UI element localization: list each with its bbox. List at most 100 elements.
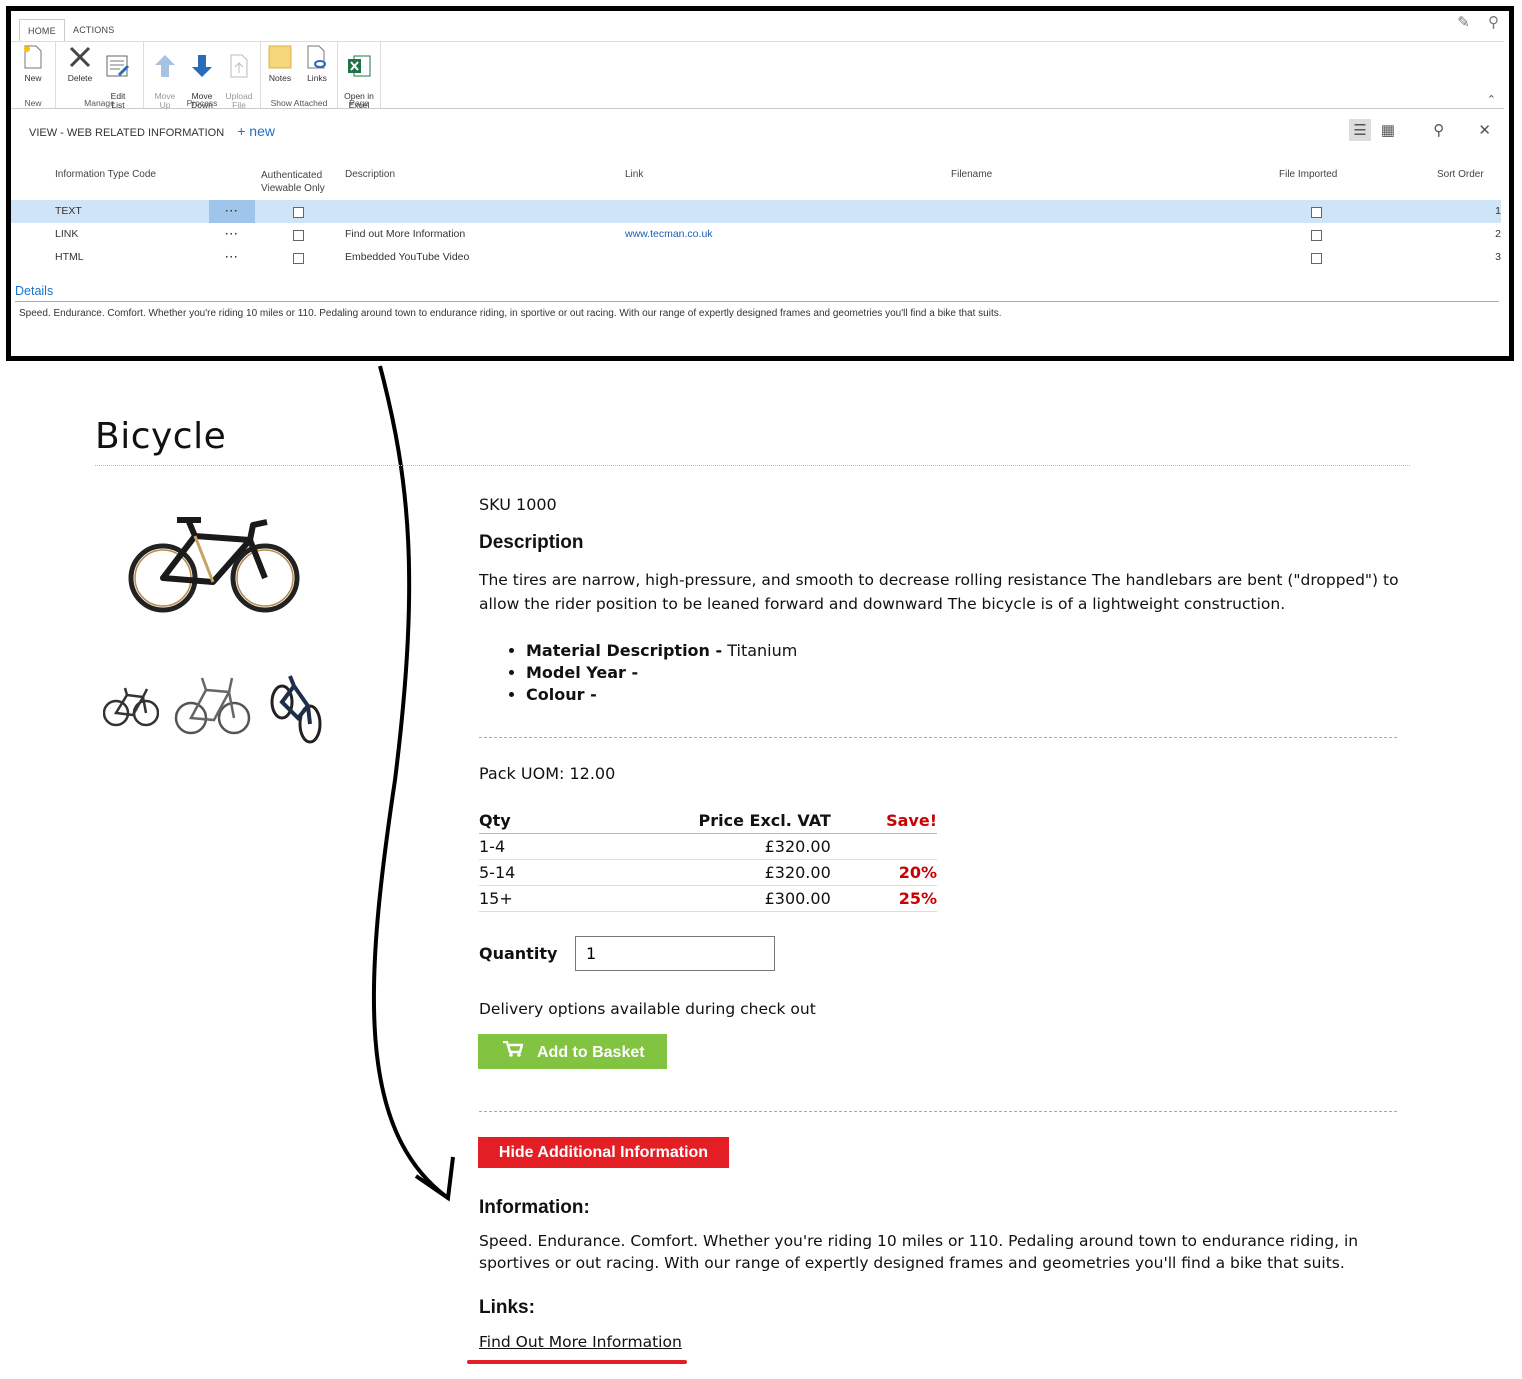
product-sku: SKU 1000 xyxy=(479,495,557,514)
row-code: LINK xyxy=(55,228,79,240)
product-thumbnail[interactable] xyxy=(174,668,252,744)
close-icon[interactable]: ✕ xyxy=(1478,121,1491,139)
ribbon-group-process: Move Up Move Down Upload File Process xyxy=(144,42,261,110)
product-thumbnail[interactable] xyxy=(103,675,159,735)
col-code-header[interactable]: Information Type Code xyxy=(55,169,156,180)
tab-actions[interactable]: ACTIONS xyxy=(65,19,122,41)
new-button[interactable]: New xyxy=(14,44,52,83)
ribbon-group-page: Open in Excel Page xyxy=(338,42,381,110)
product-main-image[interactable] xyxy=(125,510,305,620)
edit-page-icon[interactable]: ✎ xyxy=(1457,14,1470,31)
qty-cell: 1-4 xyxy=(479,833,555,860)
description-text: The tires are narrow, high-pressure, and… xyxy=(479,571,1399,613)
row-code: TEXT xyxy=(55,205,82,217)
quantity-input[interactable] xyxy=(575,936,775,971)
col-auth-header[interactable]: Authenticated Viewable Only xyxy=(261,169,325,195)
row-sort: 2 xyxy=(1495,228,1501,240)
auth-checkbox[interactable] xyxy=(293,253,304,264)
new-doc-icon xyxy=(20,44,46,72)
ribbon-group-new: New New xyxy=(11,42,56,108)
highlight-underline xyxy=(467,1360,687,1364)
col-imported-header[interactable]: File Imported xyxy=(1279,169,1337,180)
table-row[interactable]: HTML ··· Embedded YouTube Video 3 xyxy=(11,246,1501,269)
section-divider xyxy=(479,1111,1397,1112)
new-record-link[interactable]: + new xyxy=(237,123,275,139)
product-page: Bicycle SKU 1000 Description The tires a… xyxy=(0,360,1522,1379)
row-menu-icon[interactable]: ··· xyxy=(209,200,255,223)
auth-checkbox[interactable] xyxy=(293,207,304,218)
notes-button[interactable]: Notes xyxy=(261,44,299,83)
details-label[interactable]: Details xyxy=(15,284,53,298)
add-to-basket-button[interactable]: Add to Basket xyxy=(478,1034,667,1069)
find-out-more-link[interactable]: Find Out More Information xyxy=(479,1333,682,1351)
row-description: Find out More Information xyxy=(345,228,466,240)
imported-checkbox[interactable] xyxy=(1311,207,1322,218)
col-sort-header[interactable]: Sort Order xyxy=(1437,169,1484,180)
ribbon-group-show-attached: Notes Links Show Attached xyxy=(261,42,338,108)
description-heading: Description xyxy=(479,532,584,553)
info-grid: Information Type Code Authenticated View… xyxy=(11,166,1501,269)
table-row: 5-14 £320.00 20% xyxy=(479,859,937,886)
view-toolbar: ☰ ▦ ⚲ ✕ xyxy=(1329,119,1491,141)
col-link-header[interactable]: Link xyxy=(625,169,643,180)
excel-icon xyxy=(346,53,372,81)
arrow-up-icon xyxy=(152,53,178,81)
edit-list-icon xyxy=(105,53,131,81)
collapse-ribbon-icon[interactable]: ⌃ xyxy=(1487,93,1496,106)
group-label: Show Attached xyxy=(270,98,328,108)
auth-checkbox[interactable] xyxy=(293,230,304,241)
price-header: Price Excl. VAT xyxy=(554,808,831,834)
page-title: Bicycle xyxy=(95,416,227,457)
row-description: Embedded YouTube Video xyxy=(345,251,470,263)
tile-view-icon[interactable]: ▦ xyxy=(1381,121,1395,139)
delete-button[interactable]: Delete xyxy=(61,44,99,83)
view-title: VIEW - WEB RELATED INFORMATION xyxy=(29,127,225,139)
hide-additional-info-button[interactable]: Hide Additional Information xyxy=(478,1137,729,1168)
imported-checkbox[interactable] xyxy=(1311,253,1322,264)
group-label: Process xyxy=(186,98,218,108)
row-link[interactable]: www.tecman.co.uk xyxy=(625,223,713,246)
row-sort: 3 xyxy=(1495,251,1501,263)
group-label: Manage xyxy=(84,98,115,108)
price-cell: £320.00 xyxy=(554,833,831,860)
attribute-list: Material Description - Titanium Model Ye… xyxy=(508,640,797,706)
information-heading: Information: xyxy=(479,1197,590,1218)
row-menu-icon[interactable]: ··· xyxy=(209,223,255,246)
product-thumbnail[interactable] xyxy=(268,668,324,748)
qty-header: Qty xyxy=(479,808,555,834)
ribbon-tabs: HOME ACTIONS ✎ ⚲ xyxy=(11,11,1509,42)
delivery-text: Delivery options available during check … xyxy=(479,1000,816,1018)
links-button[interactable]: Links xyxy=(298,44,336,83)
row-menu-icon[interactable]: ··· xyxy=(209,246,255,269)
table-row[interactable]: LINK ··· Find out More Information www.t… xyxy=(11,223,1501,246)
list-item: Material Description - Titanium xyxy=(526,640,797,662)
list-view-icon[interactable]: ☰ xyxy=(1349,119,1371,141)
grid-header: Information Type Code Authenticated View… xyxy=(11,166,1501,196)
section-divider xyxy=(479,737,1397,738)
top-icons: ✎ ⚲ xyxy=(1443,13,1499,31)
list-item: Colour - xyxy=(526,684,797,706)
qty-cell: 15+ xyxy=(479,885,555,912)
title-divider xyxy=(95,465,1410,466)
details-text: Speed. Endurance. Comfort. Whether you'r… xyxy=(15,301,1499,351)
list-item: Model Year - xyxy=(526,662,797,684)
information-text: Speed. Endurance. Comfort. Whether you'r… xyxy=(479,1232,1359,1272)
tab-home[interactable]: HOME xyxy=(19,19,65,42)
price-cell: £320.00 xyxy=(554,859,831,886)
col-description-header[interactable]: Description xyxy=(345,169,395,180)
search-icon[interactable]: ⚲ xyxy=(1433,121,1444,139)
upload-file-icon xyxy=(226,53,252,81)
group-label: Page xyxy=(349,98,369,108)
help-bulb-icon[interactable]: ⚲ xyxy=(1488,14,1499,31)
col-filename-header[interactable]: Filename xyxy=(951,169,992,180)
save-header: Save! xyxy=(830,808,937,834)
table-row: 1-4 £320.00 xyxy=(479,833,937,860)
view-header: VIEW - WEB RELATED INFORMATION + new xyxy=(29,123,275,139)
qty-cell: 5-14 xyxy=(479,859,555,886)
arrow-down-icon xyxy=(189,53,215,81)
price-table: Qty Price Excl. VAT Save! 1-4 £320.00 5-… xyxy=(479,808,937,912)
table-row[interactable]: TEXT ··· 1 xyxy=(11,200,1501,223)
delete-x-icon xyxy=(67,44,93,72)
imported-checkbox[interactable] xyxy=(1311,230,1322,241)
table-row: 15+ £300.00 25% xyxy=(479,885,937,912)
